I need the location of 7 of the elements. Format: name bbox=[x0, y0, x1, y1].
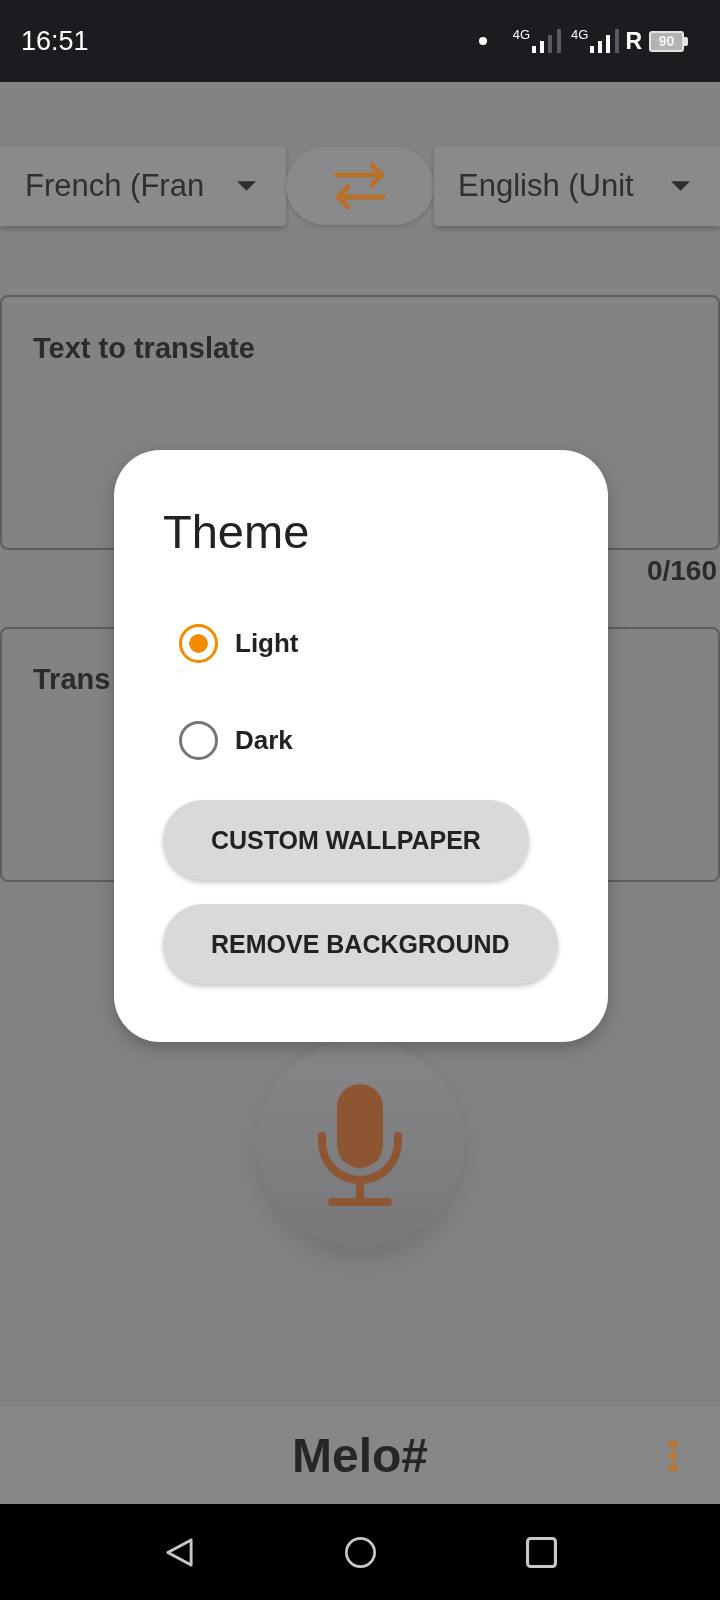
network-type-label: 4G bbox=[571, 27, 589, 41]
battery-indicator: 90 bbox=[649, 30, 688, 52]
character-counter: 0/160 bbox=[646, 554, 717, 588]
status-time: 16:51 bbox=[21, 27, 89, 55]
app-title: Melo# bbox=[292, 1431, 428, 1480]
network-type-label: 4G bbox=[512, 27, 531, 41]
roaming-indicator: R bbox=[625, 29, 642, 53]
